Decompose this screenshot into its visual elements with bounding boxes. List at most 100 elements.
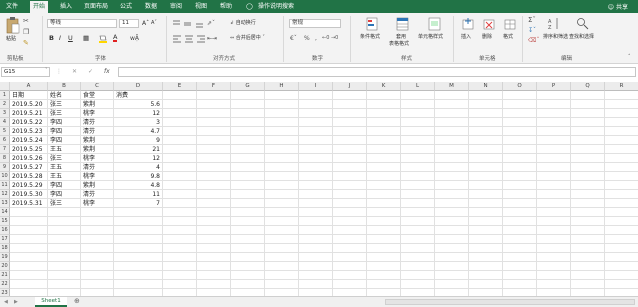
cell-b5[interactable]: 李四 xyxy=(50,127,62,136)
cell-c5[interactable]: 清芬 xyxy=(83,127,95,136)
sheet-nav-next-icon[interactable]: ▶ xyxy=(14,299,18,306)
row-header-5[interactable]: 5 xyxy=(0,127,10,136)
column-header-b[interactable]: B xyxy=(48,82,81,91)
row-header-11[interactable]: 11 xyxy=(0,181,10,190)
cell-c8[interactable]: 桃李 xyxy=(83,154,95,163)
cell-a7[interactable]: 2019.5.25 xyxy=(12,145,43,154)
cell-d1[interactable]: 消费 xyxy=(116,91,128,100)
add-sheet-icon[interactable]: ⊕ xyxy=(74,298,80,305)
name-box-dropdown-icon[interactable]: ˇ xyxy=(45,68,48,75)
horizontal-scrollbar[interactable] xyxy=(385,299,635,305)
cell-a5[interactable]: 2019.5.23 xyxy=(12,127,43,136)
column-header-h[interactable]: H xyxy=(265,82,299,91)
cell-c6[interactable]: 紫荆 xyxy=(83,136,95,145)
row-header-1[interactable]: 1 xyxy=(0,91,10,100)
tab-page-layout[interactable]: 页面布局 xyxy=(84,2,108,11)
cell-b3[interactable]: 张三 xyxy=(50,109,62,118)
column-header-e[interactable]: E xyxy=(163,82,197,91)
merge-center-button[interactable]: ⇔ 合并后居中 ˇ xyxy=(230,35,265,42)
column-header-l[interactable]: L xyxy=(401,82,435,91)
row-header-23[interactable]: 23 xyxy=(0,289,10,296)
cell-b2[interactable]: 张三 xyxy=(50,100,62,109)
row-header-10[interactable]: 10 xyxy=(0,172,10,181)
row-header-21[interactable]: 21 xyxy=(0,271,10,280)
format-cells-icon[interactable] xyxy=(504,17,516,31)
row-header-12[interactable]: 12 xyxy=(0,190,10,199)
font-size-select[interactable]: 11 xyxy=(119,19,139,28)
cell-c10[interactable]: 桃李 xyxy=(83,172,95,181)
cell-d2[interactable]: 5.6 xyxy=(114,100,160,109)
decrease-font-icon[interactable]: Aˇ xyxy=(151,20,157,27)
indent-icons[interactable]: ⇤⇥ xyxy=(207,35,217,42)
cut-icon[interactable]: ✂ xyxy=(23,17,29,25)
delete-cells-label[interactable]: 删除 xyxy=(482,34,492,41)
row-header-8[interactable]: 8 xyxy=(0,154,10,163)
row-header-2[interactable]: 2 xyxy=(0,100,10,109)
cell-styles-label[interactable]: 单元格样式 xyxy=(418,34,443,41)
cell-a1[interactable]: 日期 xyxy=(12,91,24,100)
tab-insert[interactable]: 插入 xyxy=(60,2,72,11)
conditional-format-label[interactable]: 条件格式 xyxy=(360,34,380,41)
column-header-m[interactable]: M xyxy=(435,82,469,91)
cell-c4[interactable]: 清芬 xyxy=(83,118,95,127)
row-header-3[interactable]: 3 xyxy=(0,109,10,118)
insert-cells-label[interactable]: 插入 xyxy=(461,34,471,41)
cell-a3[interactable]: 2019.5.21 xyxy=(12,109,43,118)
row-header-22[interactable]: 22 xyxy=(0,280,10,289)
cell-b11[interactable]: 李四 xyxy=(50,181,62,190)
format-painter-icon[interactable]: ✎ xyxy=(23,39,29,47)
phonetic-icon[interactable]: wẶ xyxy=(130,35,139,42)
increase-font-icon[interactable]: Aˆ xyxy=(142,20,149,27)
cell-b4[interactable]: 李四 xyxy=(50,118,62,127)
cell-styles-icon[interactable] xyxy=(428,17,441,31)
cell-b6[interactable]: 李四 xyxy=(50,136,62,145)
clear-icon[interactable]: ⌫ˇ xyxy=(528,37,539,44)
cell-d8[interactable]: 12 xyxy=(114,154,160,163)
borders-icon[interactable]: ▦ xyxy=(83,35,89,42)
accounting-icon[interactable]: €ˇ xyxy=(290,35,297,42)
column-header-i[interactable]: I xyxy=(299,82,333,91)
vertical-align-icons[interactable] xyxy=(172,20,206,28)
horizontal-align-icons[interactable] xyxy=(172,35,206,43)
column-header-o[interactable]: O xyxy=(503,82,537,91)
wrap-text-button[interactable]: ↲ 自动换行 xyxy=(230,20,256,27)
sort-filter-icon[interactable]: AZ xyxy=(548,17,561,31)
column-header-r[interactable]: R xyxy=(605,82,638,91)
tell-me-search[interactable]: 操作说明搜索 xyxy=(258,2,294,11)
formula-input[interactable] xyxy=(118,67,636,77)
column-header-a[interactable]: A xyxy=(10,82,48,91)
share-button[interactable]: ☺ 共享 xyxy=(608,2,628,11)
spreadsheet-grid[interactable]: A B C D E F G H I J K L M N O P Q R 1 2 3 4 5 6 7 8 9 10 11 12 13 14 15 1… xyxy=(0,82,638,296)
cell-b10[interactable]: 王五 xyxy=(50,172,62,181)
cell-d6[interactable]: 9 xyxy=(114,136,160,145)
cell-b12[interactable]: 李四 xyxy=(50,190,62,199)
cell-c7[interactable]: 紫荆 xyxy=(83,145,95,154)
row-header-20[interactable]: 20 xyxy=(0,262,10,271)
copy-icon[interactable]: ❐ xyxy=(23,28,29,36)
cell-a10[interactable]: 2019.5.28 xyxy=(12,172,43,181)
bold-icon[interactable]: B xyxy=(49,35,54,42)
cell-d12[interactable]: 11 xyxy=(114,190,160,199)
cell-c1[interactable]: 食堂 xyxy=(83,91,95,100)
cell-b1[interactable]: 姓名 xyxy=(50,91,62,100)
autosum-icon[interactable]: Σˇ xyxy=(528,17,536,24)
decimal-icons[interactable]: ←0 →0 xyxy=(322,35,338,42)
cell-c11[interactable]: 紫荆 xyxy=(83,181,95,190)
cell-a4[interactable]: 2019.5.22 xyxy=(12,118,43,127)
column-header-q[interactable]: Q xyxy=(571,82,605,91)
row-header-7[interactable]: 7 xyxy=(0,145,10,154)
column-header-d[interactable]: D xyxy=(114,82,163,91)
column-header-p[interactable]: P xyxy=(537,82,571,91)
column-header-g[interactable]: G xyxy=(231,82,265,91)
fill-icon[interactable]: ↧ˇ xyxy=(528,27,536,34)
tab-help[interactable]: 帮助 xyxy=(220,2,232,11)
font-color-icon[interactable]: A xyxy=(113,34,118,42)
underline-icon[interactable]: U xyxy=(68,35,73,42)
format-cells-label[interactable]: 格式 xyxy=(503,34,513,41)
cell-a9[interactable]: 2019.5.27 xyxy=(12,163,43,172)
cell-c3[interactable]: 桃李 xyxy=(83,109,95,118)
select-all-corner[interactable] xyxy=(0,82,10,91)
column-header-f[interactable]: F xyxy=(197,82,231,91)
tab-file[interactable]: 文件 xyxy=(6,2,18,11)
insert-cells-icon[interactable] xyxy=(462,17,474,31)
